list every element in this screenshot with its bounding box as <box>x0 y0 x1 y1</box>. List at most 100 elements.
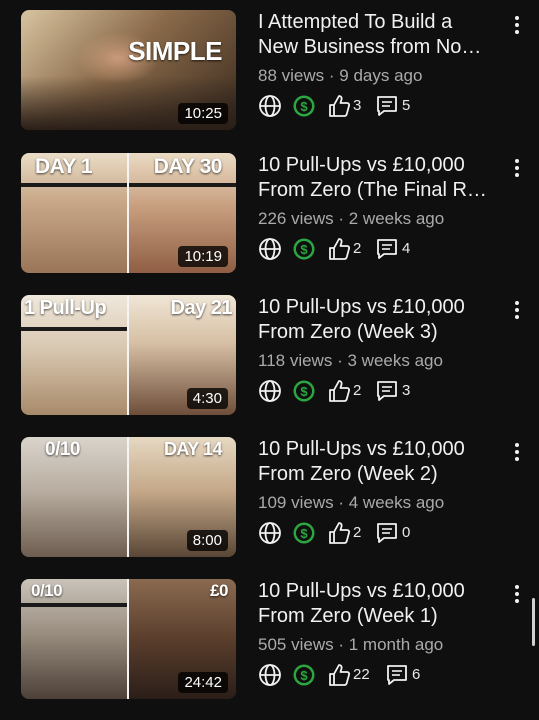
video-meta: 226 views · 2 weeks ago <box>258 209 444 229</box>
view-count: 505 views <box>258 635 334 654</box>
more-vert-icon[interactable] <box>510 583 524 605</box>
thumbs-up-icon[interactable] <box>328 663 350 687</box>
video-title[interactable]: I Attempted To Build a New Business from… <box>258 10 506 60</box>
video-duration: 24:42 <box>178 672 228 693</box>
video-title-line: 10 Pull-Ups vs £10,000 <box>258 154 465 176</box>
dollar-icon[interactable]: $ <box>292 94 316 118</box>
view-count: 88 views <box>258 66 325 85</box>
video-title-line: From Zero (Week 2) <box>258 463 438 485</box>
video-stats: $ 2 0 <box>258 521 458 547</box>
globe-icon[interactable] <box>258 379 282 403</box>
thumbnail-overlay-text: £0 <box>210 581 228 600</box>
comment-count: 4 <box>402 240 411 257</box>
more-vert-icon[interactable] <box>510 441 524 463</box>
dollar-icon[interactable]: $ <box>292 521 316 545</box>
more-vert-icon[interactable] <box>510 299 524 321</box>
video-title[interactable]: 10 Pull-Ups vs £10,000 From Zero (The Fi… <box>258 153 506 203</box>
thumbs-up-icon[interactable] <box>328 237 350 261</box>
thumbnail-overlay-text: DAY 14 <box>163 439 223 459</box>
thumbs-up-icon[interactable] <box>328 94 350 118</box>
dollar-icon[interactable]: $ <box>292 663 316 687</box>
video-title-line: I Attempted To Build a <box>258 11 453 33</box>
video-stats: $ 22 6 <box>258 663 458 689</box>
globe-icon[interactable] <box>258 521 282 545</box>
video-title-line: New Business from No… <box>258 36 482 58</box>
video-stats: $ 2 4 <box>258 237 458 263</box>
video-duration: 8:00 <box>186 530 228 551</box>
comment-icon[interactable] <box>376 237 398 261</box>
thumbnail-overlay-text: 0/10 <box>45 439 80 460</box>
svg-text:$: $ <box>300 242 308 257</box>
like-count: 3 <box>353 97 362 114</box>
meta-separator: · <box>338 209 345 228</box>
video-meta: 505 views · 1 month ago <box>258 635 443 655</box>
meta-separator: · <box>338 493 345 512</box>
video-row[interactable]: 0/10 DAY 14 8:00 10 Pull-Ups vs £10,000 … <box>0 437 539 567</box>
video-meta: 118 views · 3 weeks ago <box>258 351 443 371</box>
thumbnail-overlay-text: Day 21 <box>170 297 233 319</box>
upload-age: 3 weeks ago <box>347 351 443 370</box>
video-row[interactable]: SIMPLE 10:25 I Attempted To Build a New … <box>0 10 539 140</box>
meta-separator: · <box>338 635 345 654</box>
video-row[interactable]: 1 Pull-Up Day 21 4:30 10 Pull-Ups vs £10… <box>0 295 539 425</box>
view-count: 118 views <box>258 351 333 370</box>
video-title[interactable]: 10 Pull-Ups vs £10,000 From Zero (Week 2… <box>258 437 506 487</box>
view-count: 109 views <box>258 493 334 512</box>
thumbs-up-icon[interactable] <box>328 521 350 545</box>
globe-icon[interactable] <box>258 663 282 687</box>
video-duration: 10:19 <box>178 246 228 267</box>
thumbnail-overlay-text: DAY 30 <box>153 155 223 178</box>
like-count: 22 <box>353 666 370 683</box>
svg-text:$: $ <box>300 384 308 399</box>
video-title[interactable]: 10 Pull-Ups vs £10,000 From Zero (Week 1… <box>258 579 506 629</box>
thumbnail-overlay-text: 0/10 <box>31 581 63 600</box>
like-count: 2 <box>353 382 362 399</box>
video-row[interactable]: DAY 1 DAY 30 10:19 10 Pull-Ups vs £10,00… <box>0 153 539 283</box>
meta-separator: · <box>337 351 343 370</box>
video-thumbnail[interactable]: 0/10 £0 24:42 <box>21 579 236 699</box>
video-row[interactable]: 0/10 £0 24:42 10 Pull-Ups vs £10,000 Fro… <box>0 579 539 709</box>
comment-count: 6 <box>412 666 421 683</box>
like-count: 2 <box>353 240 362 257</box>
video-title[interactable]: 10 Pull-Ups vs £10,000 From Zero (Week 3… <box>258 295 506 345</box>
more-vert-icon[interactable] <box>510 157 524 179</box>
video-thumbnail[interactable]: SIMPLE 10:25 <box>21 10 236 130</box>
video-thumbnail[interactable]: 1 Pull-Up Day 21 4:30 <box>21 295 236 415</box>
comment-icon[interactable] <box>386 663 408 687</box>
meta-separator: · <box>328 66 335 85</box>
video-duration: 10:25 <box>178 103 228 124</box>
video-thumbnail[interactable]: 0/10 DAY 14 8:00 <box>21 437 236 557</box>
video-title-line: From Zero (Week 1) <box>258 605 438 627</box>
upload-age: 2 weeks ago <box>348 209 445 228</box>
video-duration: 4:30 <box>186 388 228 409</box>
video-title-line: 10 Pull-Ups vs £10,000 <box>258 296 465 318</box>
like-count: 2 <box>353 524 362 541</box>
globe-icon[interactable] <box>258 94 282 118</box>
thumbnail-overlay-text: 1 Pull-Up <box>24 297 107 319</box>
video-title-line: From Zero (Week 3) <box>258 321 438 343</box>
comment-count: 5 <box>402 97 411 114</box>
video-meta: 109 views · 4 weeks ago <box>258 493 444 513</box>
globe-icon[interactable] <box>258 237 282 261</box>
upload-age: 4 weeks ago <box>348 493 445 512</box>
video-stats: $ 3 5 <box>258 94 458 120</box>
comment-count: 0 <box>402 524 411 541</box>
dollar-icon[interactable]: $ <box>292 379 316 403</box>
dollar-icon[interactable]: $ <box>292 237 316 261</box>
video-title-line: 10 Pull-Ups vs £10,000 <box>258 580 465 602</box>
comment-icon[interactable] <box>376 379 398 403</box>
scrollbar-thumb[interactable] <box>532 598 535 646</box>
video-thumbnail[interactable]: DAY 1 DAY 30 10:19 <box>21 153 236 273</box>
more-vert-icon[interactable] <box>510 14 524 36</box>
video-stats: $ 2 3 <box>258 379 458 405</box>
svg-text:$: $ <box>300 668 308 683</box>
thumbnail-overlay-text: DAY 1 <box>35 155 93 178</box>
video-title-line: 10 Pull-Ups vs £10,000 <box>258 438 465 460</box>
thumbnail-overlay-text: SIMPLE <box>128 36 222 66</box>
comment-icon[interactable] <box>376 521 398 545</box>
comment-icon[interactable] <box>376 94 398 118</box>
svg-text:$: $ <box>300 526 308 541</box>
upload-age: 1 month ago <box>348 635 444 654</box>
thumbs-up-icon[interactable] <box>328 379 350 403</box>
view-count: 226 views <box>258 209 334 228</box>
